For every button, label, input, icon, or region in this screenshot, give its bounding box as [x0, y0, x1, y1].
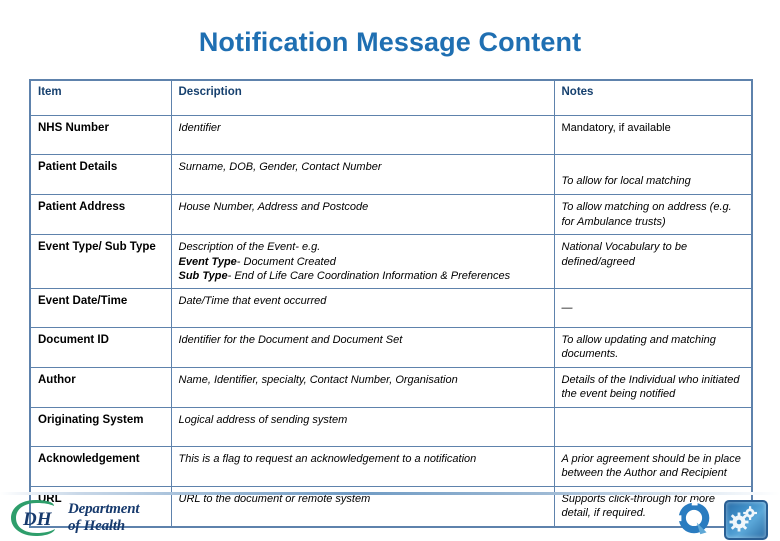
- notification-content-table-wrapper: Item Description Notes NHS Number Identi…: [29, 79, 753, 528]
- gear-tooth: [744, 520, 749, 524]
- cell-description: Description of the Event- e.g. Event Typ…: [170, 234, 555, 289]
- cell-description: This is a flag to request an acknowledge…: [170, 445, 555, 487]
- gear-large-hub: [736, 519, 742, 525]
- table-body: NHS Number Identifier Mandatory, if avai…: [29, 115, 753, 528]
- table-header-row: Item Description Notes: [29, 79, 753, 116]
- gear-tooth: [754, 511, 757, 515]
- gear-tooth: [737, 527, 741, 532]
- cell-item: Event Date/Time: [29, 287, 172, 328]
- q-mark-logo-icon: [676, 500, 710, 535]
- cell-notes: Details of the Individual who initiated …: [553, 366, 753, 408]
- cell-notes: To allow for local matching: [553, 154, 753, 195]
- notification-content-table: Item Description Notes NHS Number Identi…: [29, 79, 753, 528]
- cell-item: Originating System: [29, 406, 172, 447]
- gear-group: [729, 506, 757, 532]
- cell-item: Patient Address: [29, 193, 172, 236]
- gear-tooth: [737, 512, 741, 517]
- dh-wordmark-line1: Department: [68, 501, 140, 517]
- cell-notes: [553, 406, 753, 447]
- dh-roundel-icon: DH: [11, 500, 55, 536]
- description-line-text: - End of Life Care Coordination Informat…: [227, 270, 511, 283]
- table-row: NHS Number Identifier Mandatory, if avai…: [29, 115, 753, 155]
- cell-item: Author: [29, 366, 172, 408]
- cell-description: Date/Time that event occurred: [170, 287, 555, 328]
- description-line-text: Description of the Event- e.g.: [178, 241, 321, 254]
- cell-item: Patient Details: [29, 154, 172, 195]
- column-header-item: Item: [29, 79, 172, 116]
- dh-monogram: DH: [22, 509, 53, 530]
- table-row: Patient Details Surname, DOB, Gender, Co…: [29, 154, 753, 195]
- table-row: Acknowledgement This is a flag to reques…: [29, 445, 753, 487]
- description-line-text: - Document Created: [236, 255, 336, 268]
- table-row: Event Type/ Sub Type Description of the …: [29, 234, 753, 289]
- table-row: Document ID Identifier for the Document …: [29, 326, 753, 368]
- cell-description: Identifier: [170, 115, 555, 155]
- table-row: Event Date/Time Date/Time that event occ…: [29, 287, 753, 328]
- cell-description: Identifier for the Document and Document…: [170, 326, 555, 368]
- cell-description: Logical address of sending system: [170, 406, 555, 447]
- gear-tooth: [749, 506, 752, 510]
- column-header-notes: Notes: [553, 79, 753, 116]
- description-line: Event Type- Document Created: [179, 255, 548, 270]
- dh-wordmark-line2: of Health: [68, 517, 125, 534]
- gear-tooth: [743, 511, 747, 515]
- description-line: Sub Type- End of Life Care Coordination …: [179, 269, 548, 284]
- cell-description: House Number, Address and Postcode: [170, 193, 555, 236]
- cell-notes: —: [553, 287, 753, 328]
- dh-wordmark: Department of Health: [68, 501, 140, 535]
- footer-divider: [0, 492, 780, 495]
- table-row: Originating System Logical address of se…: [29, 406, 753, 447]
- column-header-description: Description: [170, 79, 555, 116]
- gear-tooth: [749, 517, 752, 520]
- cell-description: Surname, DOB, Gender, Contact Number: [170, 154, 555, 195]
- q-mark-ring: [678, 502, 710, 534]
- q-mark-gap-left: [676, 515, 682, 522]
- cell-item: Document ID: [29, 326, 172, 368]
- cell-notes: National Vocabulary to be defined/agreed: [553, 234, 753, 289]
- description-line-lead: Event Type: [178, 255, 237, 268]
- cell-notes: Mandatory, if available: [553, 115, 753, 155]
- cell-item: Acknowledgement: [29, 445, 172, 487]
- cell-notes: To allow matching on address (e.g. for A…: [553, 193, 753, 236]
- gear-tooth: [729, 520, 734, 524]
- description-line-lead: Sub Type: [178, 270, 228, 283]
- description-line: Description of the Event- e.g.: [179, 240, 548, 255]
- department-of-health-logo: DH Department of Health: [10, 500, 190, 536]
- gears-icon: [729, 506, 757, 532]
- cell-item: Event Type/ Sub Type: [29, 234, 172, 289]
- page-title: Notification Message Content: [198, 27, 582, 57]
- gear-tile-logo: [724, 500, 768, 540]
- cell-description: Name, Identifier, specialty, Contact Num…: [170, 366, 555, 408]
- table-row: Patient Address House Number, Address an…: [29, 193, 753, 236]
- q-mark-gap-top: [691, 500, 698, 506]
- gear-small-hub: [748, 511, 752, 515]
- table-row: Author Name, Identifier, specialty, Cont…: [29, 366, 753, 408]
- table-header: Item Description Notes: [29, 79, 753, 116]
- cell-notes: To allow updating and matching documents…: [553, 326, 753, 368]
- footer-badges: [674, 498, 774, 540]
- cell-notes: A prior agreement should be in place bet…: [553, 445, 753, 487]
- cell-item: NHS Number: [29, 115, 172, 155]
